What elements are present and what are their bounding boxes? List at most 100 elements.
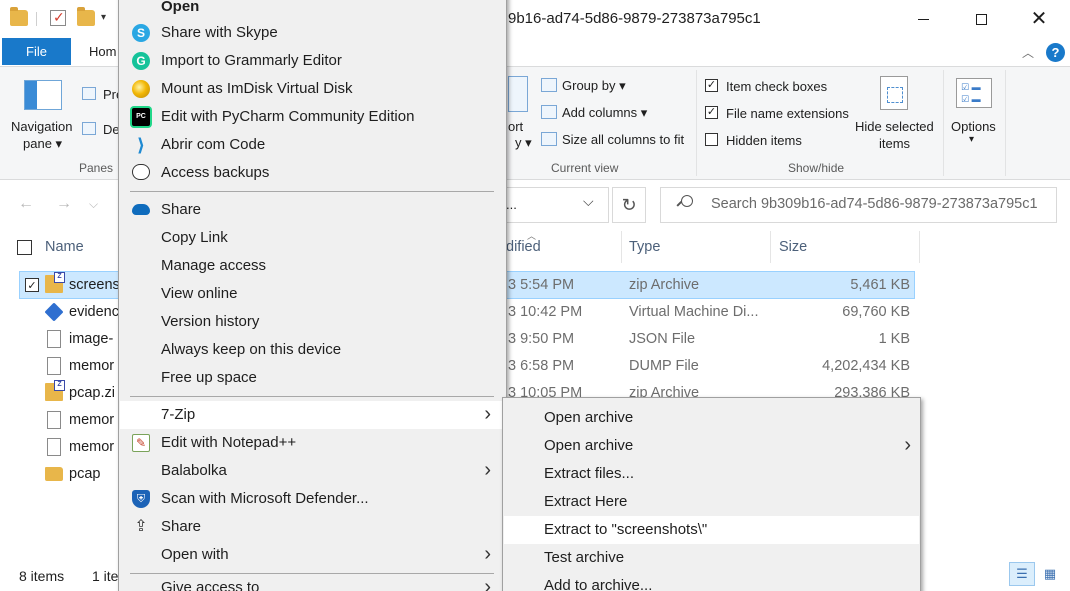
- file-name[interactable]: evidenc: [69, 304, 119, 320]
- help-button[interactable]: ?: [1046, 43, 1065, 62]
- address-history-chevron-icon[interactable]: ⌵: [583, 193, 594, 210]
- refresh-button[interactable]: ↻: [612, 187, 646, 223]
- add-columns-icon: [541, 105, 557, 119]
- menu-item-label: Give access to: [161, 579, 260, 591]
- submenu-item-label: Open archive: [544, 437, 634, 454]
- navigation-pane-caret[interactable]: pane ▾: [23, 136, 62, 152]
- new-folder-icon[interactable]: [77, 7, 95, 26]
- submenu-arrow-icon: ›: [904, 434, 911, 456]
- menu-item-label: Mount as ImDisk Virtual Disk: [161, 80, 353, 97]
- file-name[interactable]: memor: [69, 358, 114, 374]
- file-name[interactable]: memor: [69, 439, 114, 455]
- tab-file[interactable]: File: [2, 38, 71, 65]
- submenu-item-extract-here[interactable]: Extract Here: [504, 488, 919, 516]
- menu-item-share[interactable]: ⇪ Share: [120, 513, 505, 541]
- properties-icon[interactable]: [50, 9, 66, 26]
- file-name[interactable]: pcap: [69, 466, 100, 482]
- menu-item-open-with[interactable]: Open with ›: [120, 541, 505, 569]
- hide-selected-items-label[interactable]: items: [879, 136, 910, 151]
- group-by-button[interactable]: Group by ▾: [562, 78, 626, 94]
- submenu-item-open-archive-as[interactable]: Open archive ›: [504, 432, 919, 460]
- maximize-button[interactable]: [952, 0, 1010, 38]
- close-button[interactable]: ✕: [1010, 0, 1068, 38]
- file-name[interactable]: screens: [69, 277, 120, 293]
- submenu-item-open-archive[interactable]: Open archive: [504, 404, 919, 432]
- menu-item-label: Share: [161, 518, 202, 535]
- column-divider[interactable]: [919, 231, 920, 263]
- navigation-pane-button[interactable]: Navigation: [11, 119, 72, 134]
- sort-by-button[interactable]: ort: [508, 119, 523, 134]
- menu-item-give-access-to[interactable]: Give access to ›: [120, 576, 505, 591]
- menu-item-open[interactable]: Open: [120, 0, 505, 21]
- menu-item-share-with-skype[interactable]: S Share with Skype: [120, 19, 505, 47]
- menu-item-label: 7-Zip: [161, 406, 196, 423]
- document-icon: [47, 438, 61, 456]
- sort-by-caret[interactable]: y ▾: [515, 135, 532, 151]
- options-caret-icon[interactable]: ▾: [969, 134, 974, 145]
- menu-item-import-grammarly[interactable]: G Import to Grammarly Editor: [120, 47, 505, 75]
- size-all-columns-button[interactable]: Size all columns to fit: [562, 132, 684, 147]
- menu-item-view-online[interactable]: View online: [120, 280, 505, 308]
- column-header-name[interactable]: Name: [45, 239, 84, 255]
- menu-item-manage-access[interactable]: Manage access: [120, 252, 505, 280]
- add-columns-button[interactable]: Add columns ▾: [562, 105, 647, 121]
- column-divider[interactable]: [770, 231, 771, 263]
- menu-item-edit-pycharm[interactable]: PC Edit with PyCharm Community Edition: [120, 103, 505, 131]
- submenu-item-label: Extract Here: [544, 493, 628, 510]
- options-button[interactable]: Options: [951, 119, 996, 134]
- maximize-icon: [975, 13, 987, 25]
- menu-item-label: Free up space: [161, 369, 257, 386]
- file-size: 69,760 KB: [842, 304, 910, 320]
- zip-icon: [45, 380, 65, 401]
- back-arrow-icon[interactable]: ←: [18, 195, 34, 213]
- hidden-items-checkbox[interactable]: [705, 133, 718, 146]
- file-name[interactable]: memor: [69, 412, 114, 428]
- item-check-boxes-checkbox[interactable]: ✓: [705, 79, 718, 92]
- current-view-group-label: Current view: [551, 161, 619, 175]
- menu-item-abrir-com-code[interactable]: ⟩ Abrir com Code: [120, 131, 505, 159]
- hide-selected-items-button[interactable]: Hide selected: [855, 119, 934, 134]
- grammarly-icon: G: [132, 52, 150, 70]
- column-divider[interactable]: [621, 231, 622, 263]
- menu-item-edit-notepad-plus-plus[interactable]: ✎ Edit with Notepad++: [120, 429, 505, 457]
- submenu-item-test-archive[interactable]: Test archive: [504, 544, 919, 572]
- menu-item-mount-imdisk[interactable]: Mount as ImDisk Virtual Disk: [120, 75, 505, 103]
- file-date: 3 5:54 PM: [508, 277, 575, 293]
- customize-quick-access-icon[interactable]: ▾: [101, 12, 106, 23]
- large-icons-view-button[interactable]: ▦: [1037, 562, 1063, 586]
- file-name[interactable]: image-: [69, 331, 113, 347]
- menu-item-access-backups[interactable]: Access backups: [120, 159, 505, 187]
- minimize-button[interactable]: [894, 0, 952, 38]
- menu-item-balabolka[interactable]: Balabolka ›: [120, 457, 505, 485]
- submenu-arrow-icon: ›: [484, 459, 491, 481]
- large-icons-view-icon: ▦: [1043, 566, 1057, 581]
- file-name[interactable]: pcap.zi: [69, 385, 115, 401]
- menu-item-version-history[interactable]: Version history: [120, 308, 505, 336]
- collapse-ribbon-icon[interactable]: ︿: [1022, 44, 1034, 61]
- menu-item-onedrive-share[interactable]: Share: [120, 196, 505, 224]
- column-header-date-modified[interactable]: dified: [506, 239, 541, 255]
- folder-icon: [10, 7, 28, 26]
- menu-item-scan-defender[interactable]: ⛨ Scan with Microsoft Defender...: [120, 485, 505, 513]
- column-header-size[interactable]: Size: [779, 239, 807, 255]
- recent-locations-icon[interactable]: ⌵: [89, 197, 98, 212]
- column-header-type[interactable]: Type: [629, 239, 660, 255]
- forward-arrow-icon[interactable]: →: [56, 195, 72, 213]
- menu-item-always-keep[interactable]: Always keep on this device: [120, 336, 505, 364]
- submenu-item-label: Test archive: [544, 549, 625, 566]
- row-checkbox[interactable]: ✓: [25, 278, 39, 292]
- document-icon: [47, 357, 61, 375]
- address-path: ...: [506, 197, 517, 212]
- tab-home[interactable]: Hom: [89, 44, 116, 59]
- menu-item-7zip[interactable]: 7-Zip ›: [120, 401, 505, 429]
- file-name-extensions-checkbox[interactable]: ✓: [705, 106, 718, 119]
- menu-item-free-up-space[interactable]: Free up space: [120, 364, 505, 392]
- share-icon: ⇪: [134, 518, 148, 535]
- select-all-checkbox[interactable]: [17, 240, 32, 255]
- menu-item-copy-link[interactable]: Copy Link: [120, 224, 505, 252]
- details-view-button[interactable]: ☰: [1009, 562, 1035, 586]
- submenu-item-extract-files[interactable]: Extract files...: [504, 460, 919, 488]
- submenu-item-add-to-archive[interactable]: Add to archive...: [504, 572, 919, 591]
- backup-icon: [132, 164, 150, 180]
- submenu-item-extract-to-folder[interactable]: Extract to "screenshots\": [504, 516, 919, 544]
